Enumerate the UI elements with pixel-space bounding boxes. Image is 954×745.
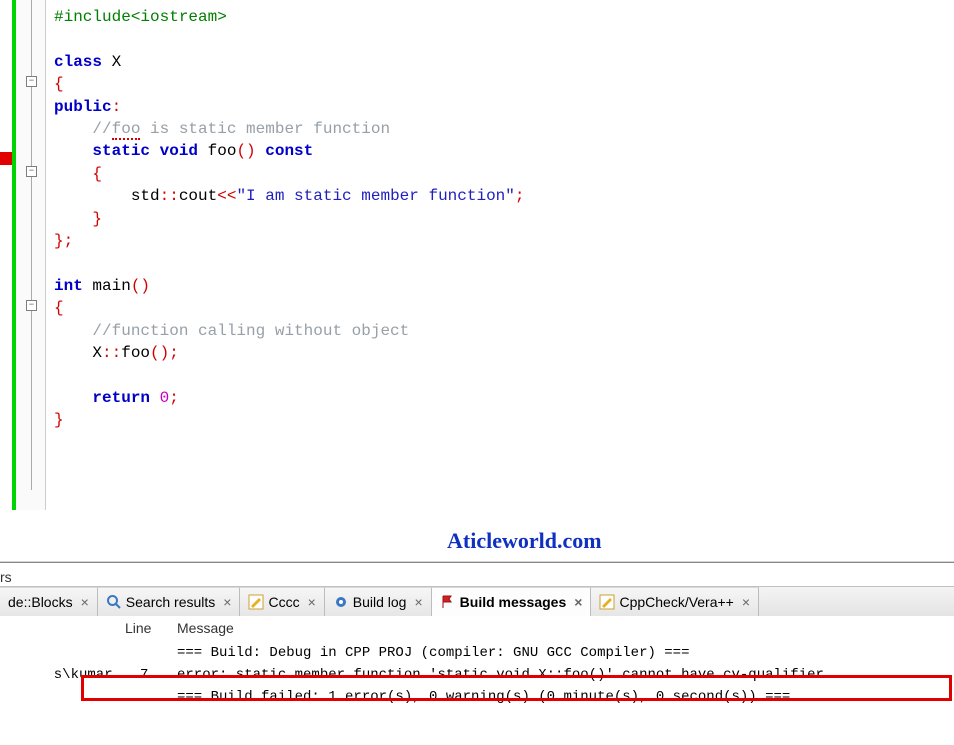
tab-label: Search results [126,594,215,610]
tab-label: Cccc [268,594,299,610]
msg-status: . [125,664,140,686]
tab-cppcheck-vera-[interactable]: CppCheck/Vera++ × [591,587,759,616]
close-icon[interactable]: × [223,594,231,610]
close-icon[interactable]: × [574,594,582,610]
gear-icon [333,594,349,610]
tab-label: de::Blocks [8,594,73,610]
message-row[interactable]: s\kumar..7error: static member function … [0,664,954,686]
pencil-icon [599,594,615,610]
msg-file [0,686,125,708]
msg-text: error: static member function 'static vo… [177,664,954,686]
tab-label: Build messages [460,594,567,610]
tab-cccc[interactable]: Cccc × [240,587,324,616]
msg-line: 7 [140,664,177,686]
error-marker-icon [0,152,12,165]
build-messages-panel: Line Message === Build: Debug in CPP PRO… [0,616,954,708]
tab-build-log[interactable]: Build log × [325,587,432,616]
tab-de-blocks[interactable]: de::Blocks × [0,587,98,616]
code-editor[interactable]: #include<iostream> class X{public: //foo… [0,0,954,510]
tab-build-messages[interactable]: Build messages × [432,587,592,616]
message-row[interactable]: === Build failed: 1 error(s), 0 warning(… [0,686,954,708]
msg-status [125,686,140,708]
bottom-tab-bar: de::Blocks×Search results×Cccc×Build log… [0,586,954,616]
fold-toggle-icon[interactable] [26,300,37,311]
fold-toggle-icon[interactable] [26,166,37,177]
upper-tab-fragment: rs [0,569,12,585]
tab-search-results[interactable]: Search results × [98,587,241,616]
close-icon[interactable]: × [81,594,89,610]
fold-gutter[interactable] [16,0,46,510]
msg-file [0,642,125,664]
col-file [0,620,125,636]
msg-text: === Build: Debug in CPP PROJ (compiler: … [177,642,954,664]
flag-icon [440,594,456,610]
code-text[interactable]: #include<iostream> class X{public: //foo… [46,0,525,510]
fold-toggle-icon[interactable] [26,76,37,87]
msg-status [125,642,140,664]
msg-text: === Build failed: 1 error(s), 0 warning(… [177,686,954,708]
col-message: Message [177,620,954,636]
messages-header-row: Line Message [0,616,954,642]
close-icon[interactable]: × [414,594,422,610]
msg-line [140,642,177,664]
msg-line [140,686,177,708]
close-icon[interactable]: × [742,594,750,610]
panel-splitter[interactable] [0,560,954,563]
watermark-text: Aticleworld.com [447,528,602,554]
tab-label: CppCheck/Vera++ [619,594,733,610]
col-line: Line [125,620,177,636]
msg-file: s\kumar. [0,664,125,686]
tab-label: Build log [353,594,407,610]
message-row[interactable]: === Build: Debug in CPP PROJ (compiler: … [0,642,954,664]
close-icon[interactable]: × [308,594,316,610]
search-icon [106,594,122,610]
pencil-icon [248,594,264,610]
